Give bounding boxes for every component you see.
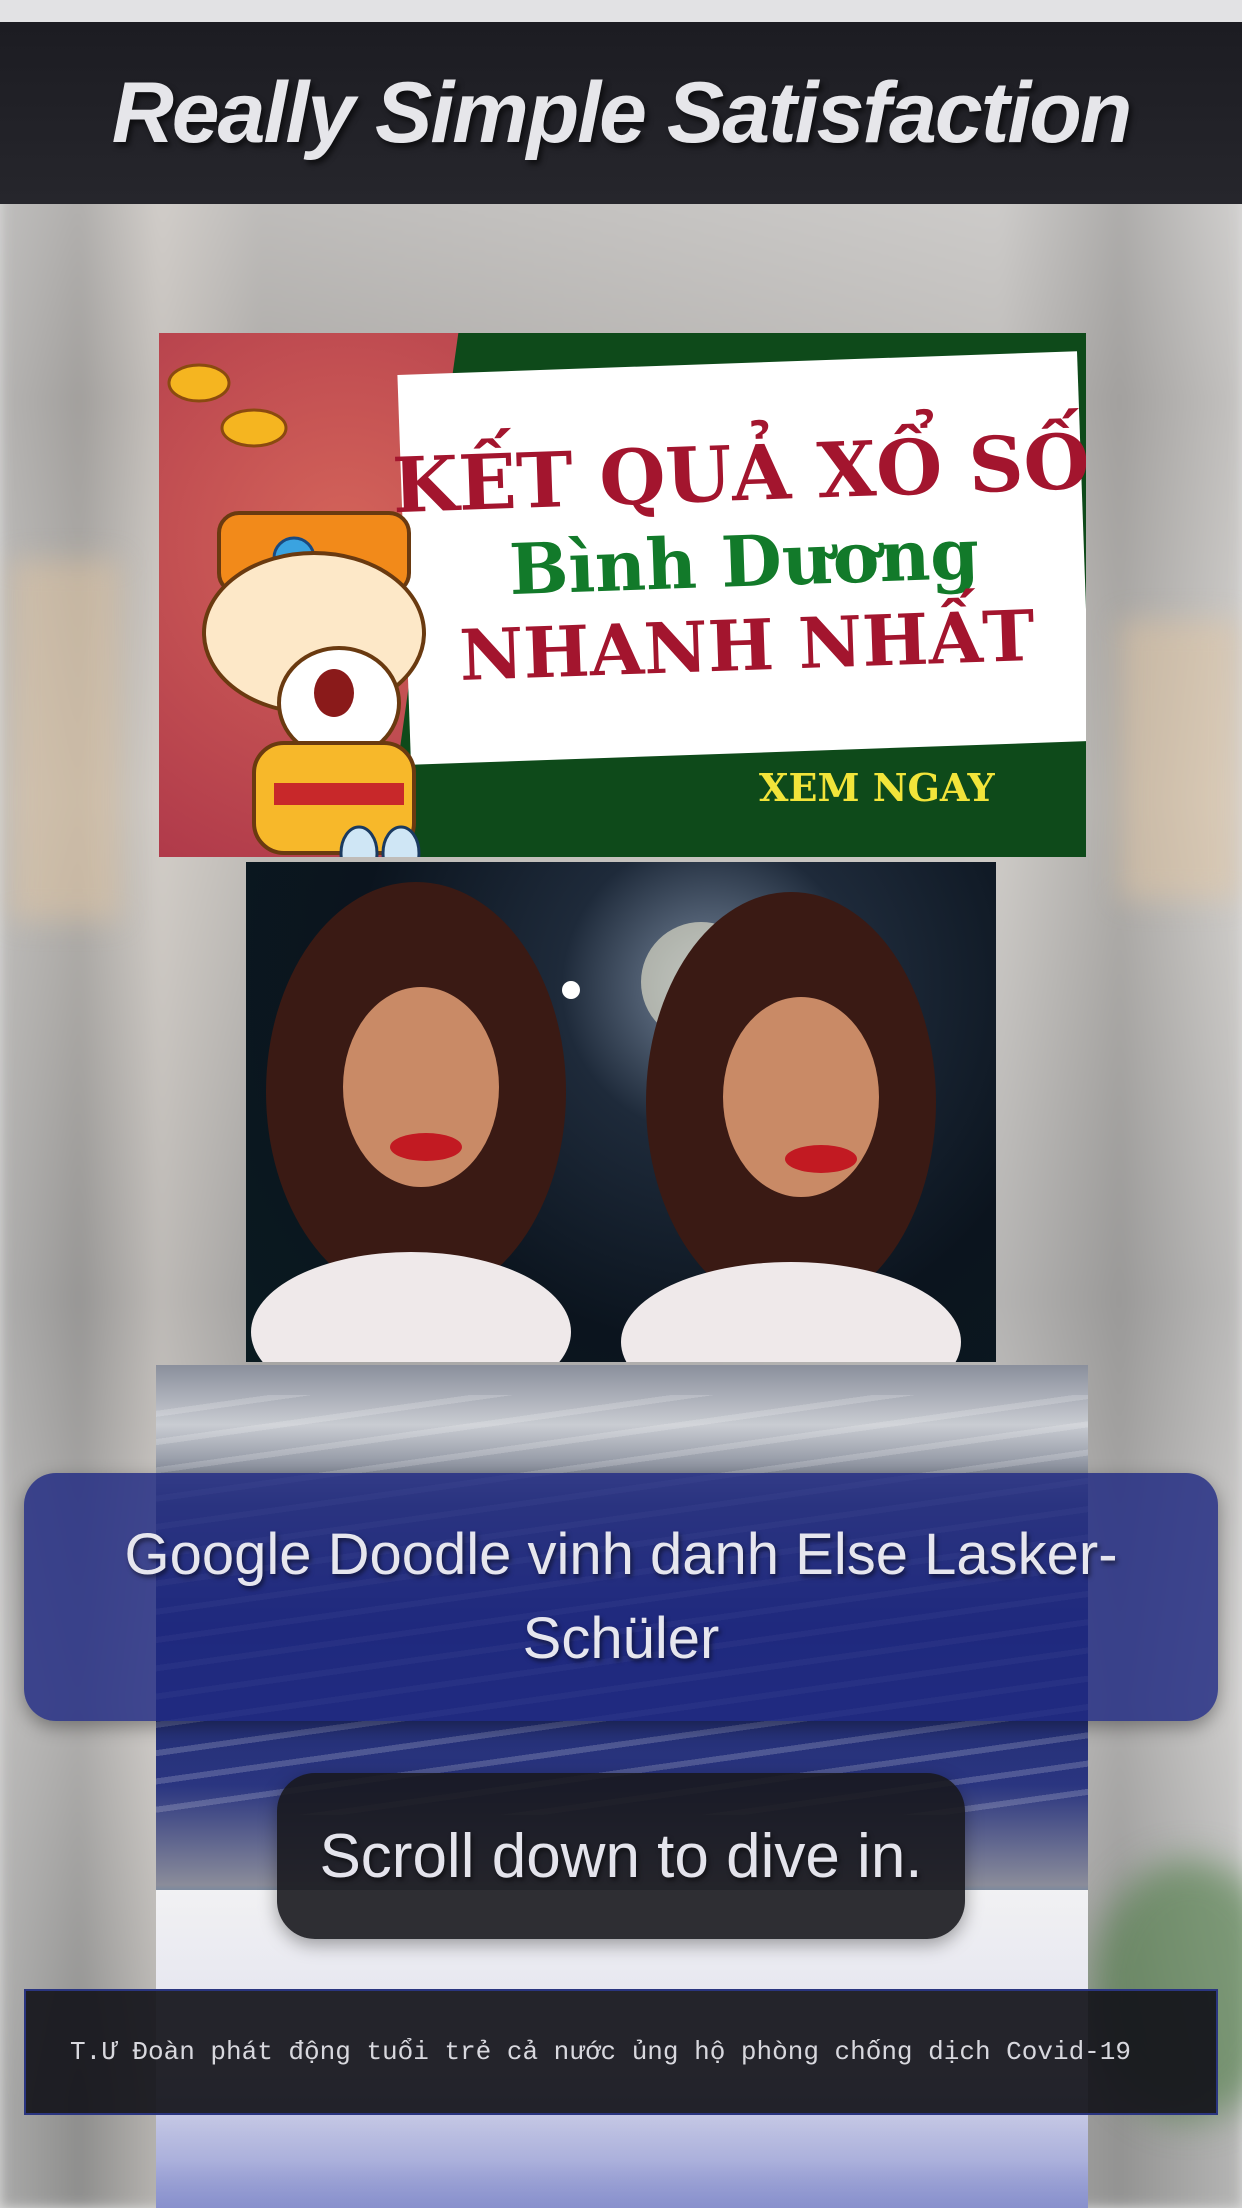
banner-subheading: Bình Dương (507, 511, 981, 611)
background-window-left (10, 560, 120, 920)
headline-text: Google Doodle vinh danh Else Lasker-Schü… (124, 1522, 1118, 1671)
banner-cta-link[interactable]: XEM NGAY (759, 765, 995, 810)
background-window-right (1120, 620, 1240, 900)
scroll-hint-text: Scroll down to dive in. (319, 1821, 923, 1891)
banner-text-card: KẾT QUẢ XỔ SỐ Bình Dương NHANH NHẤT (391, 351, 1086, 765)
ticker-text: T.Ư Đoàn phát động tuổi trẻ cả nước ủng … (70, 2037, 1131, 2067)
news-photo-contestant[interactable] (246, 862, 996, 1362)
headline-card[interactable]: Google Doodle vinh danh Else Lasker-Schü… (24, 1473, 1218, 1721)
news-ticker[interactable]: T.Ư Đoàn phát động tuổi trẻ cả nước ủng … (24, 1989, 1218, 2115)
lottery-banner-ad[interactable]: KẾT QUẢ XỔ SỐ Bình Dương NHANH NHẤT XEM … (159, 333, 1086, 857)
status-strip (0, 0, 1242, 22)
site-header: Really Simple Satisfaction (0, 22, 1242, 204)
photo-contestants-illustration (251, 882, 961, 1362)
god-of-wealth-mascot-illustration (167, 363, 426, 857)
scroll-hint-pill[interactable]: Scroll down to dive in. (277, 1773, 965, 1939)
site-title[interactable]: Really Simple Satisfaction (112, 64, 1133, 163)
banner-heading: KẾT QUẢ XỔ SỐ (390, 417, 1086, 531)
